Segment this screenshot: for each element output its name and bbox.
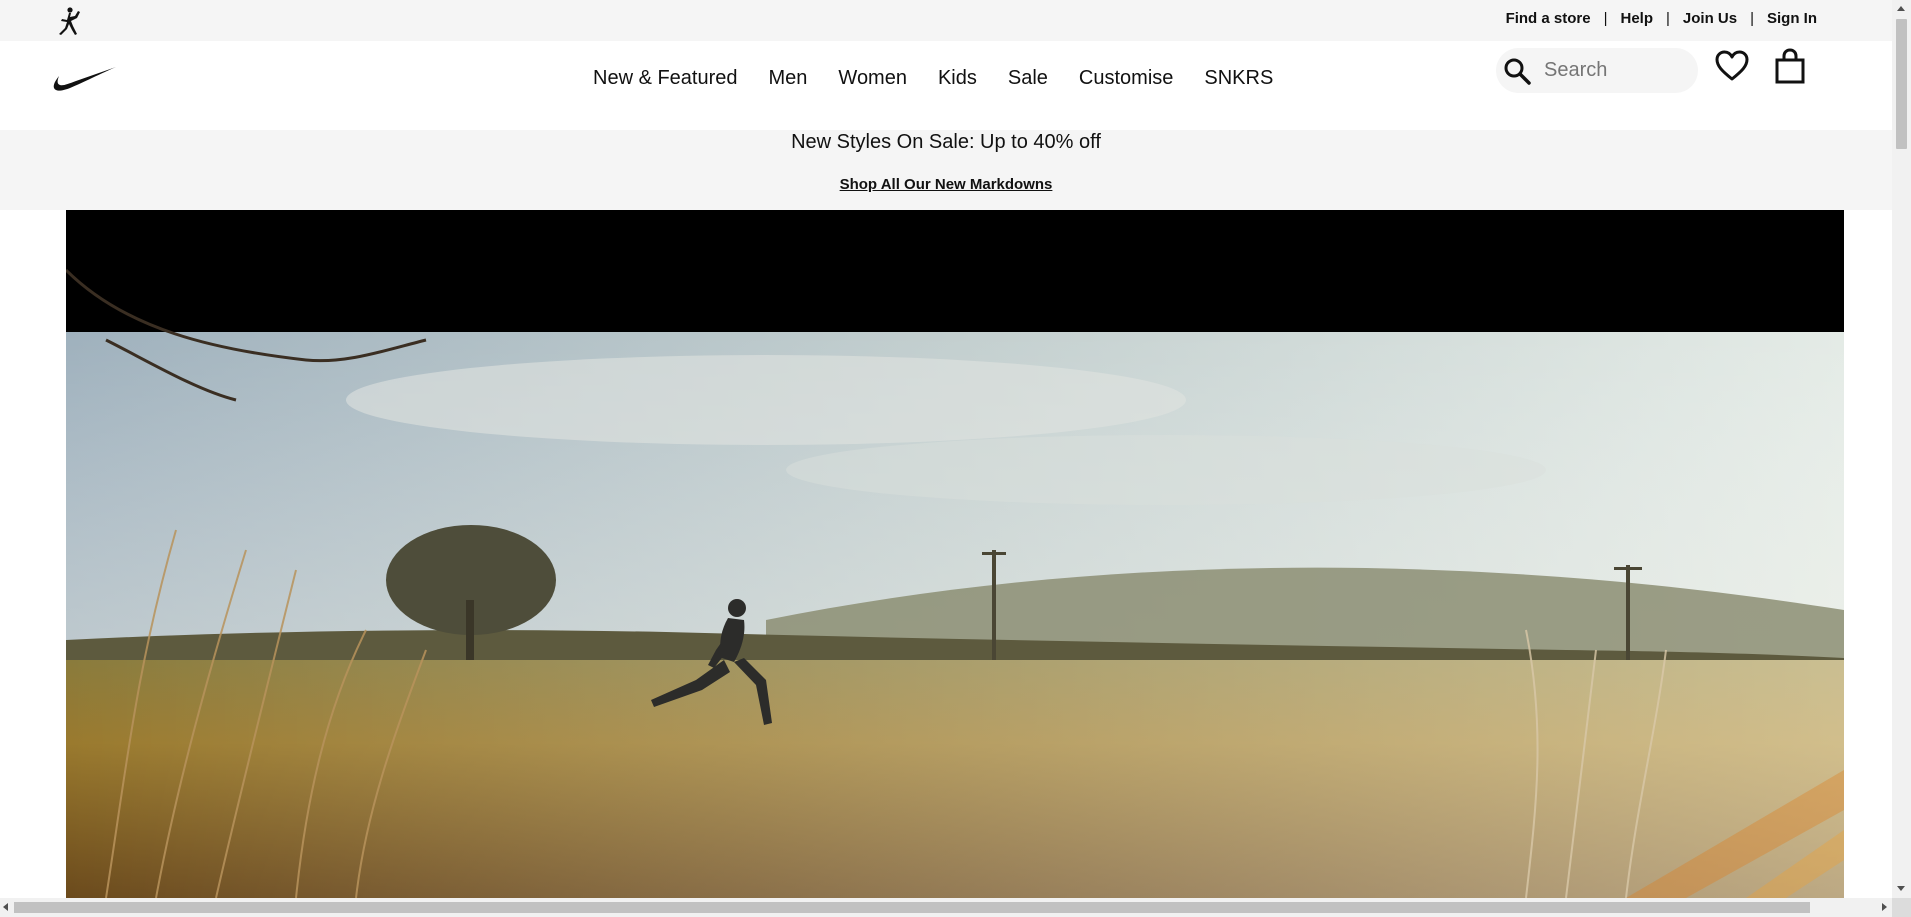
help-link[interactable]: Help <box>1620 10 1653 27</box>
horizontal-scrollbar[interactable] <box>0 898 1892 917</box>
shop-markdowns-link[interactable]: Shop All Our New Markdowns <box>0 176 1892 193</box>
nav-menu: New & Featured Men Women Kids Sale Custo… <box>593 67 1304 90</box>
search-icon[interactable] <box>1502 56 1532 86</box>
nav-item-customise[interactable]: Customise <box>1079 67 1173 90</box>
hero-image <box>66 210 1844 898</box>
scrollbar-corner <box>1892 898 1911 917</box>
search-box[interactable] <box>1496 48 1698 93</box>
vertical-scroll-thumb[interactable] <box>1896 19 1907 149</box>
separator: | <box>1750 9 1754 27</box>
nav-item-snkrs[interactable]: SNKRS <box>1204 67 1273 90</box>
utility-bar: Find a store | Help | Join Us | Sign In <box>0 0 1892 41</box>
heart-icon[interactable] <box>1714 48 1750 84</box>
vertical-scrollbar[interactable] <box>1892 0 1911 898</box>
nav-item-men[interactable]: Men <box>769 67 808 90</box>
find-store-link[interactable]: Find a store <box>1506 10 1591 27</box>
separator: | <box>1603 9 1608 27</box>
shopping-bag-icon[interactable] <box>1774 48 1806 84</box>
separator: | <box>1666 9 1670 27</box>
search-input[interactable] <box>1542 58 1686 83</box>
sign-in-link[interactable]: Sign In <box>1767 10 1817 27</box>
main-nav: New & Featured Men Women Kids Sale Custo… <box>0 41 1892 130</box>
jordan-jumpman-icon[interactable] <box>53 6 85 36</box>
scroll-left-arrow-icon[interactable] <box>3 903 8 911</box>
nav-item-women[interactable]: Women <box>838 67 907 90</box>
scroll-right-arrow-icon[interactable] <box>1882 903 1887 911</box>
scroll-down-arrow-icon[interactable] <box>1897 886 1905 891</box>
utility-links: Find a store | Help | Join Us | Sign In <box>1506 0 1817 36</box>
nav-item-sale[interactable]: Sale <box>1008 67 1048 90</box>
nav-item-kids[interactable]: Kids <box>938 67 977 90</box>
hero-banner[interactable] <box>66 210 1844 898</box>
horizontal-scroll-thumb[interactable] <box>14 902 1810 913</box>
nike-swoosh-icon[interactable] <box>52 63 118 97</box>
promo-title: New Styles On Sale: Up to 40% off <box>791 131 1101 153</box>
nav-item-new-featured[interactable]: New & Featured <box>593 67 738 90</box>
join-us-link[interactable]: Join Us <box>1683 10 1737 27</box>
promo-banner: New Styles On Sale: Up to 40% off Shop A… <box>0 130 1892 210</box>
scroll-up-arrow-icon[interactable] <box>1897 6 1905 11</box>
